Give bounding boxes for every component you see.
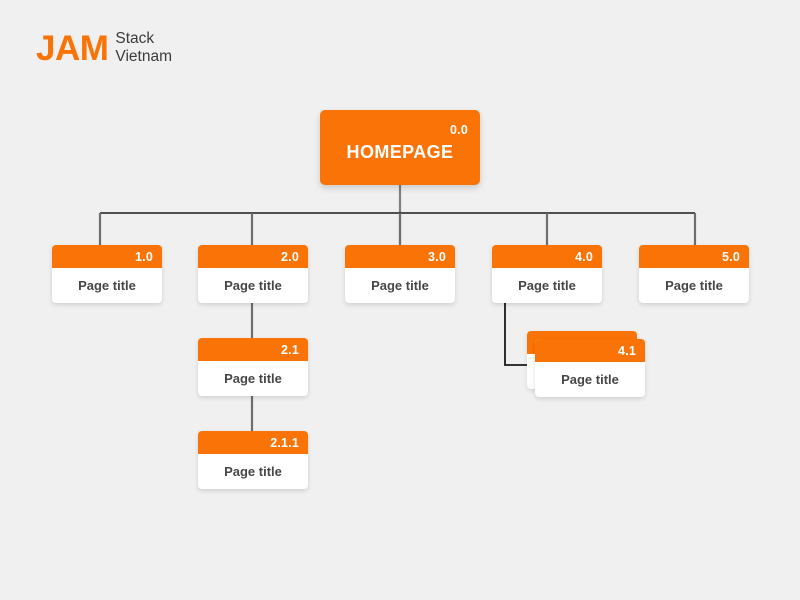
node-2-0[interactable]: 2.0 Page title (198, 245, 308, 303)
node-number: 5.0 (639, 245, 749, 268)
node-3-0[interactable]: 3.0 Page title (345, 245, 455, 303)
node-4-0[interactable]: 4.0 Page title (492, 245, 602, 303)
node-title: HOMEPAGE (346, 142, 454, 162)
node-2-1-1[interactable]: 2.1.1 Page title (198, 431, 308, 489)
node-number: 2.1 (198, 338, 308, 361)
node-title: Page title (561, 372, 619, 387)
node-1-0[interactable]: 1.0 Page title (52, 245, 162, 303)
node-title: Page title (518, 278, 576, 293)
node-title: Page title (78, 278, 136, 293)
node-title: Page title (224, 464, 282, 479)
sitemap-canvas: JAM Stack Vietnam 0.0 HOMEPAGE 1.0 Page … (0, 0, 800, 600)
brand-logo: JAM Stack Vietnam (36, 26, 172, 70)
node-number: 4.1 (535, 339, 645, 362)
node-number: 3.0 (345, 245, 455, 268)
node-number: 1.0 (52, 245, 162, 268)
logo-wordmark: Stack Vietnam (115, 30, 172, 67)
node-number: 4.0 (492, 245, 602, 268)
node-5-0[interactable]: 5.0 Page title (639, 245, 749, 303)
logo-word-line-1: Stack (115, 29, 155, 47)
node-title: Page title (371, 278, 429, 293)
node-title: Page title (224, 371, 282, 386)
node-title: Page title (224, 278, 282, 293)
node-number: 2.0 (198, 245, 308, 268)
node-2-1[interactable]: 2.1 Page title (198, 338, 308, 396)
node-4-1[interactable]: 4.1 Page title (535, 339, 645, 397)
node-number: 2.1.1 (198, 431, 308, 454)
logo-mark: JAM (36, 28, 109, 68)
node-title: Page title (665, 278, 723, 293)
node-homepage[interactable]: 0.0 HOMEPAGE (320, 110, 480, 185)
logo-word-line-2: Vietnam (115, 48, 172, 65)
